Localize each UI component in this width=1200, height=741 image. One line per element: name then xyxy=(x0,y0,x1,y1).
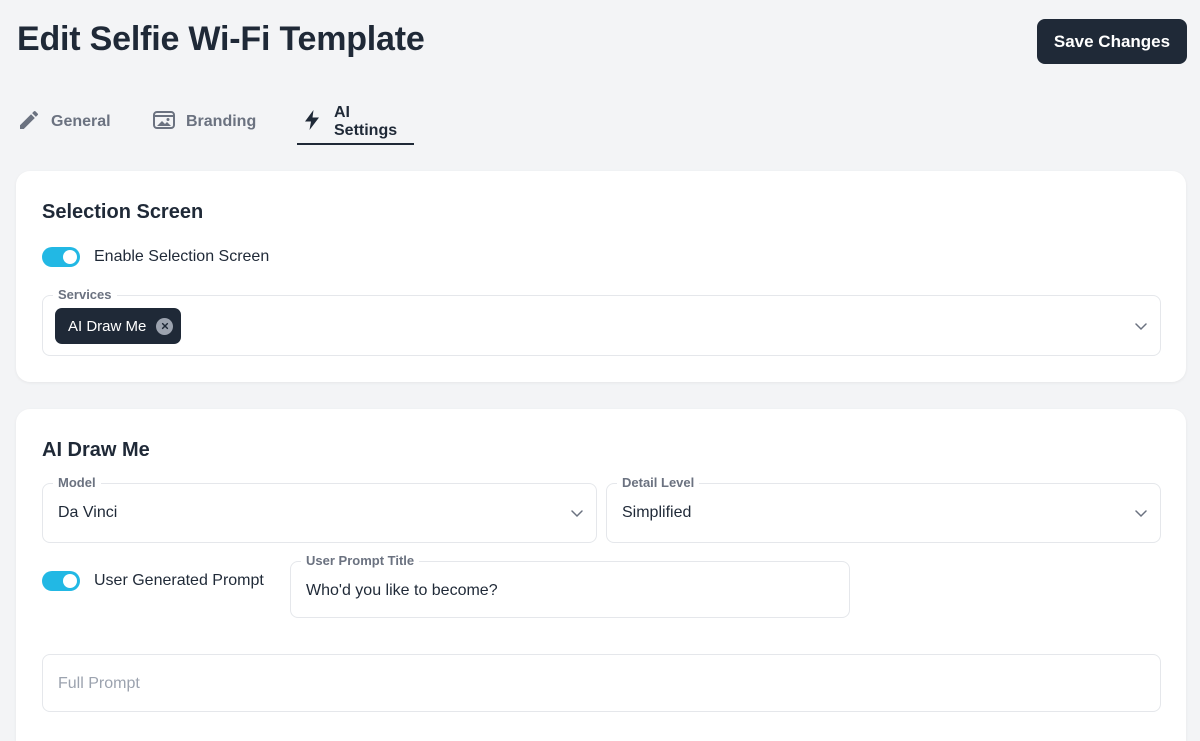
tab-ai-settings[interactable]: AI Settings xyxy=(297,100,414,145)
ai-draw-me-title: AI Draw Me xyxy=(42,439,150,461)
enable-selection-label: Enable Selection Screen xyxy=(94,248,270,265)
tab-branding-label: Branding xyxy=(186,113,257,130)
user-prompt-title-legend: User Prompt Title xyxy=(301,553,420,568)
detail-level-value: Simplified xyxy=(622,504,692,521)
model-select[interactable]: Model Da Vinci xyxy=(42,475,597,543)
tab-general[interactable]: General xyxy=(17,100,152,144)
tab-bar: General Branding AI Settings xyxy=(17,100,414,146)
tab-branding[interactable]: Branding xyxy=(152,100,297,144)
selection-screen-title: Selection Screen xyxy=(42,201,204,223)
detail-level-legend: Detail Level xyxy=(617,475,700,490)
tab-general-label: General xyxy=(51,113,111,130)
user-prompt-row: User Generated Prompt xyxy=(42,571,264,591)
chevron-down-icon xyxy=(1134,506,1148,520)
service-chip-label: AI Draw Me xyxy=(68,317,147,335)
user-prompt-title-field[interactable]: User Prompt Title Who'd you like to beco… xyxy=(290,553,850,618)
service-chip: AI Draw Me xyxy=(55,308,182,344)
full-prompt-placeholder: Full Prompt xyxy=(58,675,140,692)
chevron-down-icon xyxy=(1134,319,1148,333)
model-value: Da Vinci xyxy=(58,504,118,521)
save-changes-button[interactable]: Save Changes xyxy=(1037,19,1187,64)
enable-selection-row: Enable Selection Screen xyxy=(42,247,269,267)
user-generated-prompt-toggle[interactable] xyxy=(42,571,80,591)
user-prompt-title-value: Who'd you like to become? xyxy=(306,582,498,599)
pencil-icon xyxy=(17,108,41,137)
selection-screen-card: Selection Screen Enable Selection Screen… xyxy=(16,171,1186,382)
remove-chip-icon[interactable] xyxy=(156,317,174,335)
user-generated-prompt-label: User Generated Prompt xyxy=(94,572,264,589)
page-title: Edit Selfie Wi-Fi Template xyxy=(17,20,425,58)
enable-selection-toggle[interactable] xyxy=(42,247,80,267)
services-legend: Services xyxy=(53,287,117,302)
ai-draw-me-card: AI Draw Me Model Da Vinci Detail Level S… xyxy=(16,409,1186,741)
services-select[interactable]: Services AI Draw Me xyxy=(42,287,1161,356)
detail-level-select[interactable]: Detail Level Simplified xyxy=(606,475,1161,543)
bolt-icon xyxy=(300,108,324,137)
tab-ai-settings-label: AI Settings xyxy=(334,104,398,139)
model-legend: Model xyxy=(53,475,101,490)
full-prompt-field[interactable]: Full Prompt xyxy=(42,654,1161,712)
chevron-down-icon xyxy=(570,506,584,520)
image-icon xyxy=(152,108,176,137)
